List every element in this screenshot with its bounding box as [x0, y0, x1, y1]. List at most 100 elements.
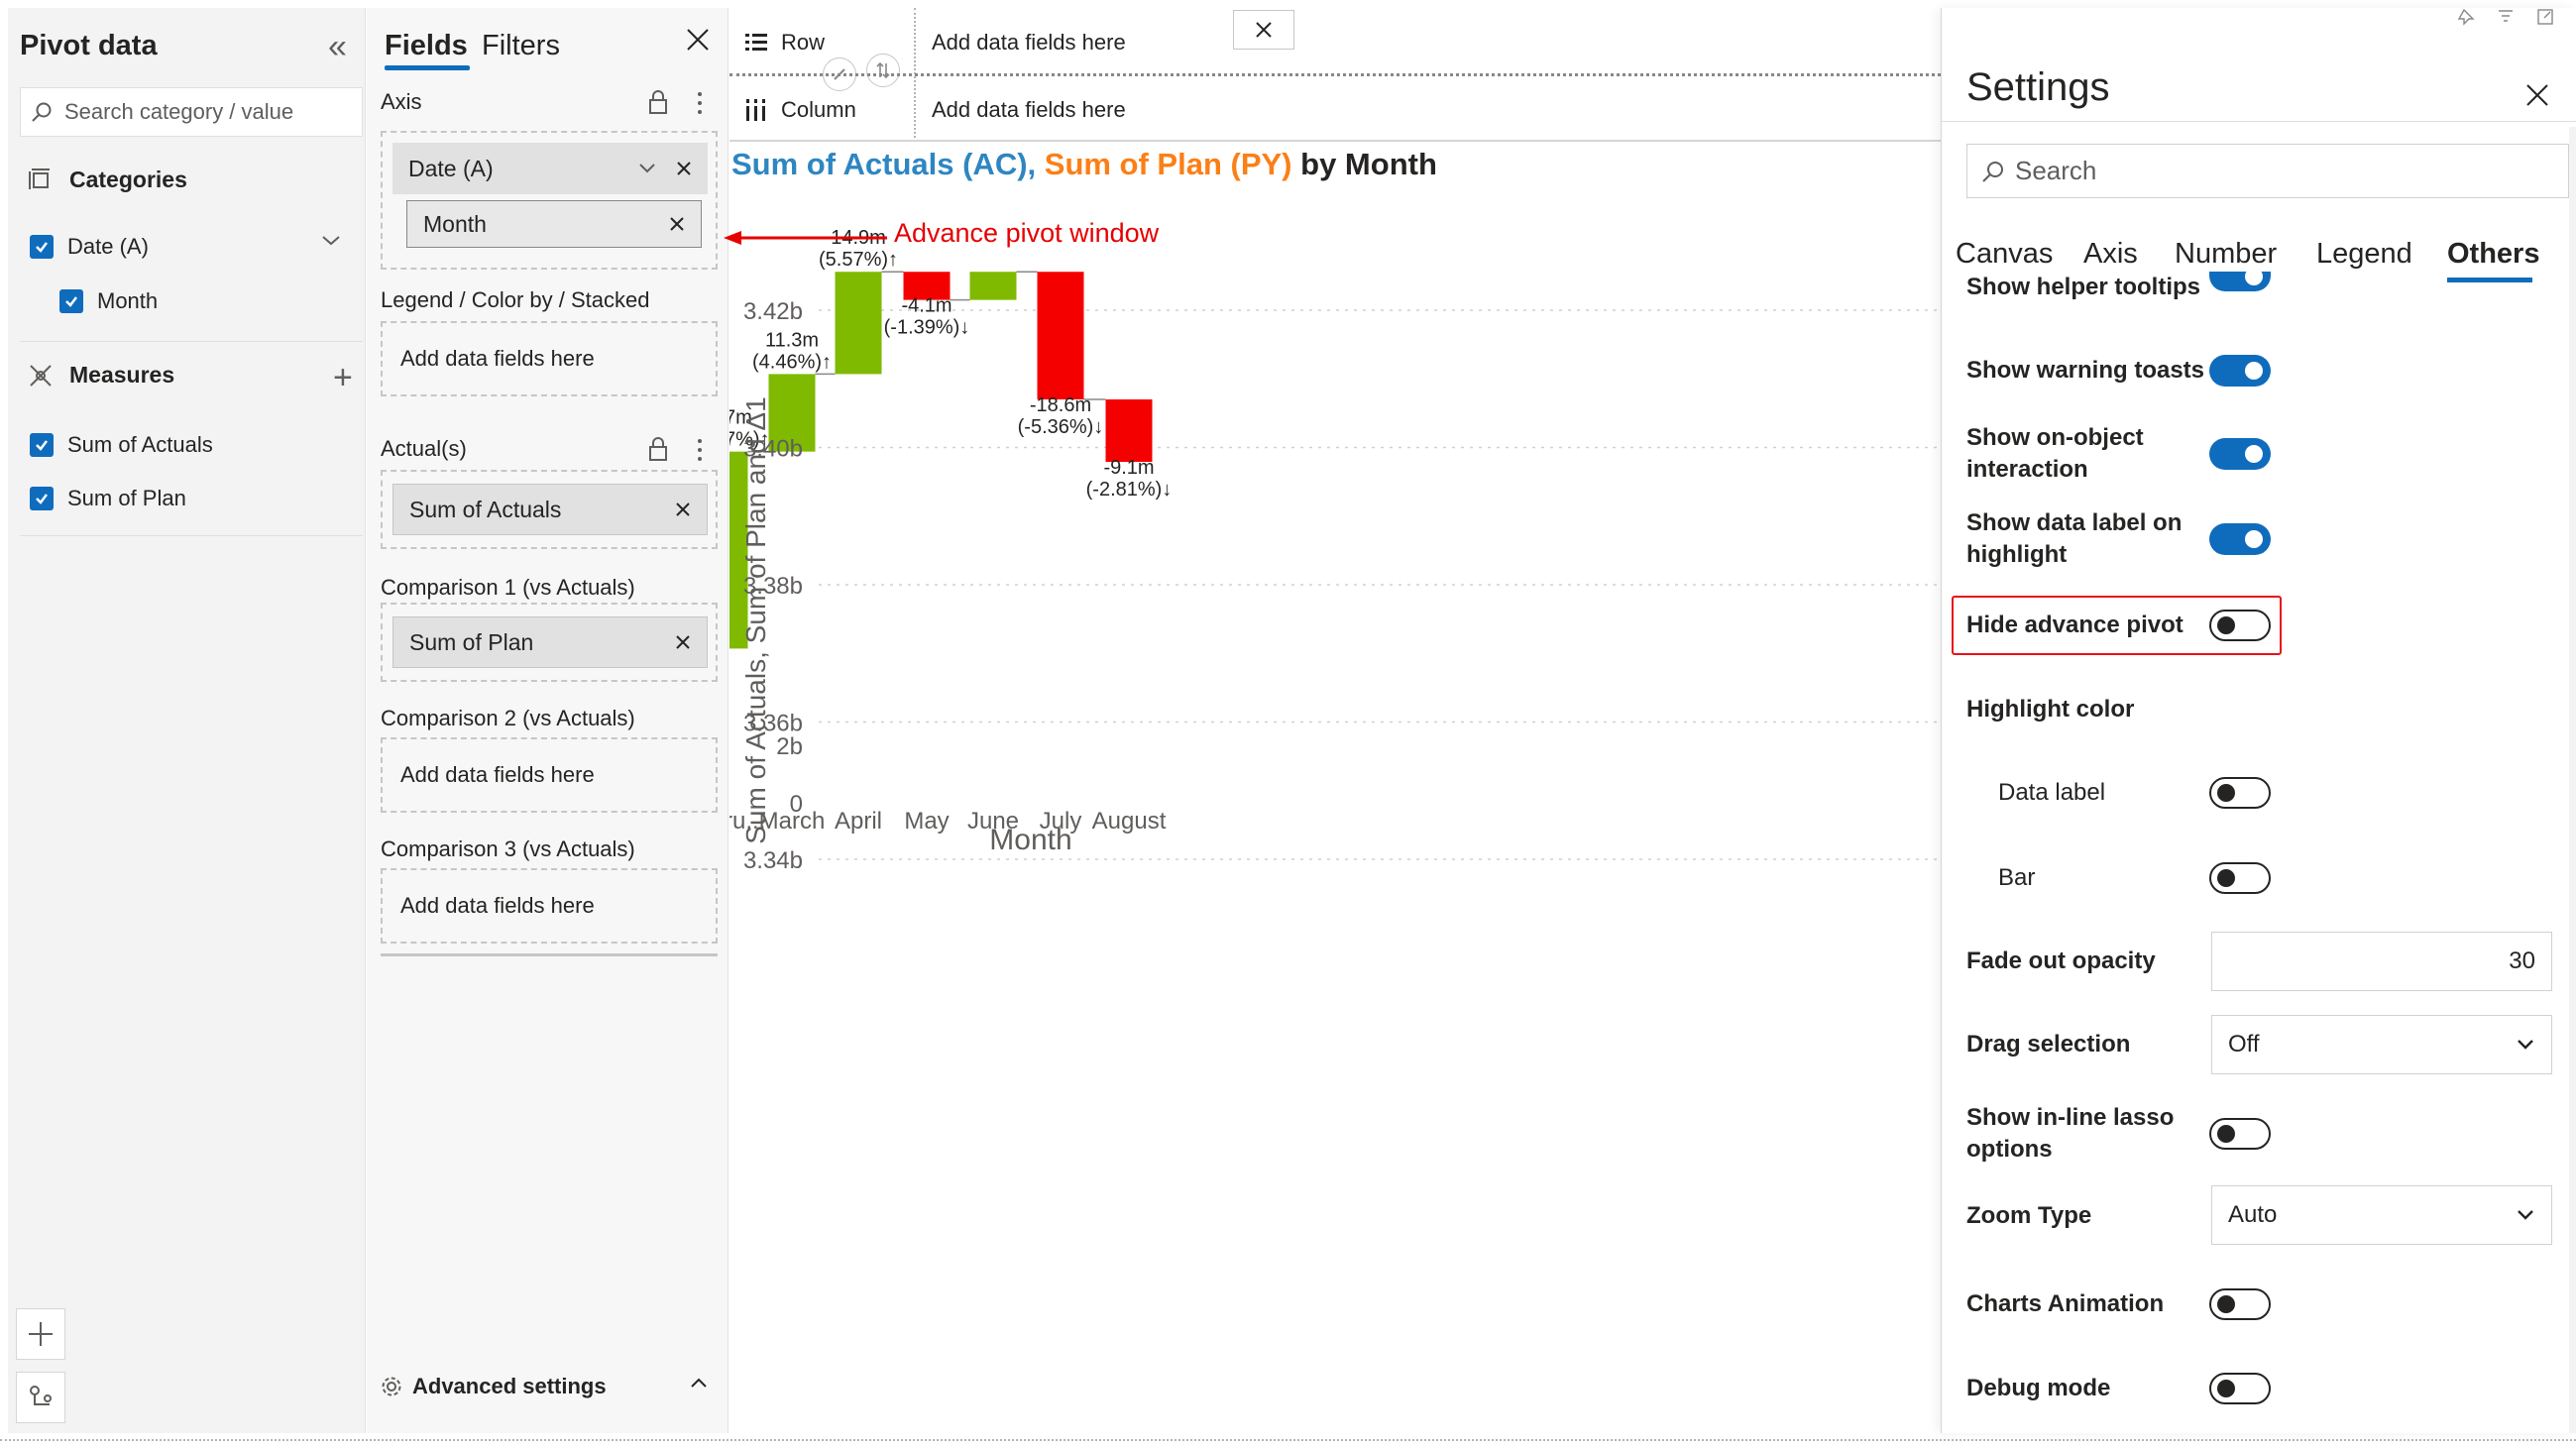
- legend-label: Legend / Color by / Stacked: [381, 287, 650, 312]
- tab-fields[interactable]: Fields: [385, 30, 468, 62]
- pivot-search-input[interactable]: Search category / value: [20, 87, 363, 137]
- helper-tooltips-toggle[interactable]: [2209, 268, 2271, 291]
- data-label-pct: (-1.39%)↓: [884, 317, 970, 339]
- charts-animation-toggle[interactable]: [2209, 1288, 2271, 1320]
- remove-icon[interactable]: [675, 501, 691, 517]
- axis-drop-zone[interactable]: Date (A) Month: [381, 131, 718, 270]
- tab-canvas[interactable]: Canvas: [1956, 238, 2053, 271]
- rowcol-divider: [729, 140, 1941, 142]
- add-measure-icon[interactable]: +: [333, 361, 353, 394]
- lock-icon[interactable]: [647, 89, 669, 115]
- tab-number[interactable]: Number: [2175, 238, 2277, 271]
- measures-section-header[interactable]: Measures: [28, 362, 174, 389]
- hc-bar-toggle[interactable]: [2209, 862, 2271, 894]
- remove-icon[interactable]: [675, 634, 691, 650]
- comparison2-drop-zone[interactable]: Add data fields here: [381, 737, 718, 813]
- swap-icon: [876, 61, 890, 79]
- more-options-icon[interactable]: [696, 91, 704, 115]
- debug-mode-toggle[interactable]: [2209, 1373, 2271, 1404]
- data-label: -9.1m: [1103, 457, 1154, 479]
- drop-placeholder: Add data fields here: [400, 893, 595, 918]
- legend-drop-zone[interactable]: Add data fields here: [381, 321, 718, 396]
- debug-mode-label: Debug mode: [1966, 1375, 2111, 1401]
- row-drop-zone[interactable]: Add data fields here: [932, 30, 1126, 56]
- hide-pivot-toggle[interactable]: [2209, 610, 2271, 641]
- hc-data-label-toggle[interactable]: [2209, 777, 2271, 809]
- actuals-drop-zone[interactable]: Sum of Actuals: [381, 470, 718, 549]
- tab-filters[interactable]: Filters: [482, 30, 560, 62]
- annotation-text: Advance pivot window: [894, 218, 1160, 248]
- charts-animation-label: Charts Animation: [1966, 1290, 2165, 1317]
- actuals-field-chip[interactable]: Sum of Actuals: [392, 484, 708, 535]
- data-label-highlight-toggle[interactable]: [2209, 523, 2271, 555]
- hierarchy-tool-button[interactable]: [16, 1372, 65, 1423]
- close-icon[interactable]: [2523, 81, 2551, 109]
- bar-july: [1037, 272, 1084, 400]
- checkbox-checked-icon[interactable]: [59, 289, 83, 313]
- measure-item-plan[interactable]: Sum of Plan: [30, 486, 186, 511]
- lasso-toggle[interactable]: [2209, 1118, 2271, 1150]
- drag-selection-select[interactable]: Off: [2211, 1015, 2552, 1074]
- axis-subfield-chip[interactable]: Month: [406, 200, 702, 248]
- add-tool-button[interactable]: [16, 1308, 65, 1360]
- clear-row-button[interactable]: [1233, 10, 1294, 50]
- chevron-down-icon[interactable]: [320, 234, 342, 248]
- hide-pivot-label: Hide advance pivot: [1966, 612, 2184, 638]
- chart-title-rest: by Month: [1300, 147, 1437, 181]
- comparison2-label: Comparison 2 (vs Actuals): [381, 706, 635, 730]
- settings-scrollbar[interactable]: [2569, 127, 2576, 1433]
- advanced-settings-toggle[interactable]: Advanced settings: [381, 1374, 607, 1399]
- zoom-type-value: Auto: [2228, 1201, 2278, 1228]
- comparison1-chip-label: Sum of Plan: [409, 628, 534, 655]
- more-options-icon[interactable]: [696, 438, 704, 462]
- tab-others[interactable]: Others: [2447, 238, 2539, 271]
- measure-item-actuals[interactable]: Sum of Actuals: [30, 432, 213, 458]
- annotation-arrow: [724, 231, 887, 245]
- categories-section-header[interactable]: Categories: [28, 167, 187, 193]
- categories-icon: [29, 167, 50, 189]
- focus-mode-icon[interactable]: [2536, 8, 2554, 26]
- pin-icon[interactable]: [2457, 8, 2475, 26]
- category-item-date[interactable]: Date (A): [30, 234, 149, 260]
- zoom-type-select[interactable]: Auto: [2211, 1185, 2552, 1245]
- column-icon: [746, 99, 765, 121]
- pivot-title: Pivot data: [20, 30, 158, 61]
- comparison1-drop-zone[interactable]: Sum of Plan: [381, 603, 718, 682]
- column-drop-zone[interactable]: Add data fields here: [932, 97, 1126, 123]
- chevron-up-icon[interactable]: [689, 1376, 709, 1390]
- filter-icon[interactable]: [2497, 8, 2515, 26]
- swap-button[interactable]: [866, 54, 900, 87]
- warning-toasts-toggle[interactable]: [2209, 355, 2271, 387]
- data-label: 11.3m: [765, 329, 819, 351]
- remove-icon[interactable]: [676, 161, 692, 176]
- remove-icon[interactable]: [669, 216, 685, 232]
- fade-opacity-input[interactable]: 30: [2211, 932, 2552, 991]
- checkbox-checked-icon[interactable]: [30, 433, 54, 457]
- checkbox-checked-icon[interactable]: [30, 235, 54, 259]
- axis-label: Axis: [381, 89, 422, 114]
- category-item-month[interactable]: Month: [59, 288, 158, 314]
- collapse-panel-icon[interactable]: «: [328, 30, 347, 63]
- comparison1-field-chip[interactable]: Sum of Plan: [392, 616, 708, 668]
- tab-legend[interactable]: Legend: [2316, 238, 2412, 271]
- close-icon[interactable]: [684, 26, 712, 54]
- on-object-toggle[interactable]: [2209, 438, 2271, 470]
- category-label: Month: [97, 288, 159, 313]
- checkbox-checked-icon[interactable]: [30, 487, 54, 510]
- row-label-group: Row: [745, 30, 825, 56]
- bar-august: [1105, 399, 1153, 463]
- tab-axis[interactable]: Axis: [2083, 238, 2138, 271]
- highlight-color-label: Highlight color: [1966, 696, 2135, 723]
- measure-label: Sum of Plan: [67, 486, 186, 510]
- chevron-down-icon[interactable]: [638, 163, 656, 174]
- axis-field-chip[interactable]: Date (A): [392, 143, 708, 194]
- scroll-divider: [381, 953, 718, 956]
- lock-icon[interactable]: [647, 436, 669, 462]
- settings-search-input[interactable]: Search: [1966, 144, 2569, 198]
- drag-selection-label: Drag selection: [1966, 1031, 2131, 1058]
- column-label-group: Column: [745, 97, 856, 123]
- comparison3-drop-zone[interactable]: Add data fields here: [381, 868, 718, 944]
- chart-title-plan[interactable]: Sum of Plan (PY): [1045, 147, 1292, 181]
- hierarchy-icon: [30, 1386, 52, 1405]
- chart-title-actuals[interactable]: Sum of Actuals (AC),: [731, 147, 1036, 181]
